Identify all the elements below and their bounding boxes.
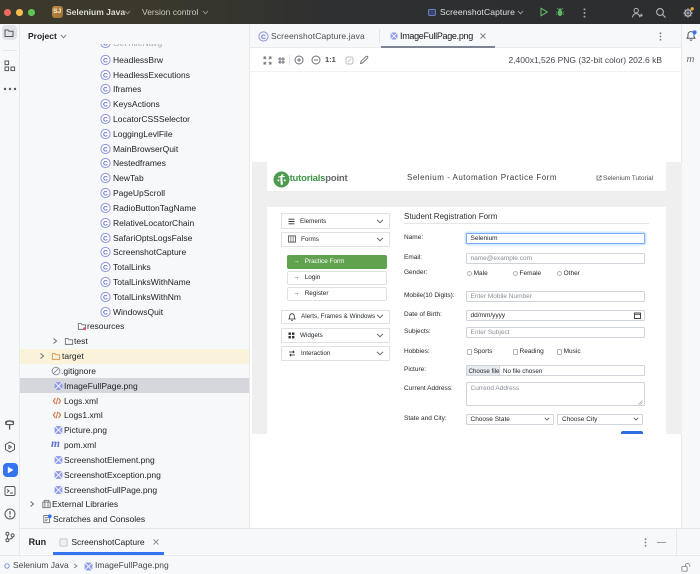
svg-text:C: C (103, 191, 108, 198)
svg-text:C: C (103, 87, 108, 94)
svg-text:C: C (103, 44, 108, 48)
svg-text:C: C (103, 235, 108, 242)
svg-text:C: C (103, 250, 108, 257)
svg-text:C: C (103, 116, 108, 123)
svg-text:C: C (261, 33, 266, 40)
svg-text:C: C (103, 57, 108, 64)
svg-text:C: C (103, 72, 108, 79)
svg-text:C: C (103, 146, 108, 153)
svg-text:C: C (103, 131, 108, 138)
svg-text:C: C (103, 205, 108, 212)
svg-text:C: C (103, 102, 108, 109)
svg-text:C: C (103, 294, 108, 301)
svg-text:C: C (103, 279, 108, 286)
svg-text:C: C (103, 220, 108, 227)
svg-text:C: C (103, 309, 108, 316)
svg-text:C: C (103, 265, 108, 272)
svg-text:C: C (103, 176, 108, 183)
svg-text:C: C (103, 161, 108, 168)
